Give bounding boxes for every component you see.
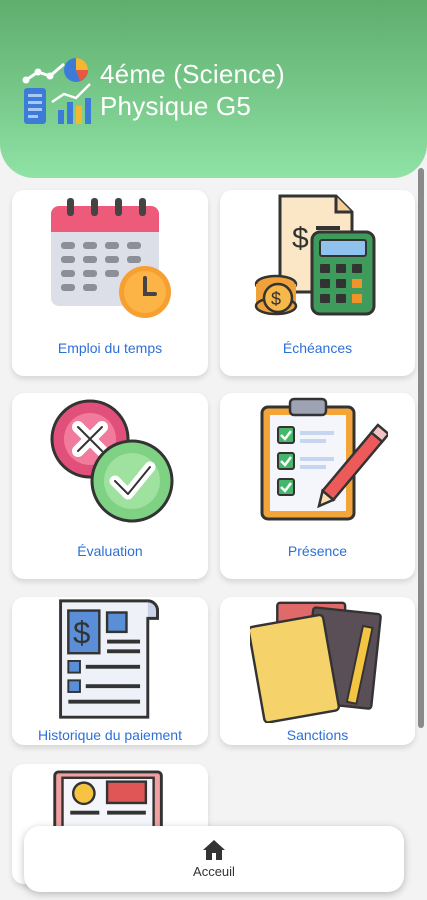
cross-check-icon <box>50 399 174 523</box>
svg-text:$: $ <box>271 289 281 309</box>
header: 4éme (Science) Physique G5 <box>0 0 427 178</box>
analytics-report-icon <box>22 58 91 124</box>
scrollbar[interactable] <box>418 168 424 728</box>
deadlines-card[interactable]: $ $ Échéances <box>220 190 415 376</box>
svg-text:$: $ <box>292 222 309 255</box>
bottom-nav: Acceuil <box>24 826 404 892</box>
payment-document-icon: $ <box>59 599 159 719</box>
sanctions-label: Sanctions <box>286 727 349 743</box>
payment-history-card[interactable]: $ Historique du paiement <box>12 597 208 745</box>
class-name: 4éme (Science) <box>100 59 285 89</box>
evaluation-card[interactable]: Évaluation <box>12 393 208 579</box>
class-title: 4éme (Science) Physique G5 <box>100 58 285 122</box>
home-button[interactable]: Acceuil <box>184 834 244 884</box>
attendance-card[interactable]: Présence <box>220 393 415 579</box>
subject-group: Physique G5 <box>100 91 252 121</box>
notebooks-icon <box>250 601 382 723</box>
calendar-clock-icon <box>51 198 171 318</box>
home-icon <box>203 840 225 860</box>
home-label: Acceuil <box>193 864 235 879</box>
schedule-card[interactable]: Emploi du temps <box>12 190 208 376</box>
deadlines-label: Échéances <box>282 340 353 356</box>
payment-history-label: Historique du paiement <box>38 727 182 743</box>
clipboard-checklist-icon <box>260 397 388 521</box>
invoice-calculator-icon: $ $ <box>254 194 376 316</box>
evaluation-label: Évaluation <box>77 543 143 559</box>
schedule-label: Emploi du temps <box>57 340 163 356</box>
attendance-label: Présence <box>287 543 348 559</box>
sanctions-card[interactable]: Sanctions <box>220 597 415 745</box>
svg-text:$: $ <box>73 616 90 651</box>
